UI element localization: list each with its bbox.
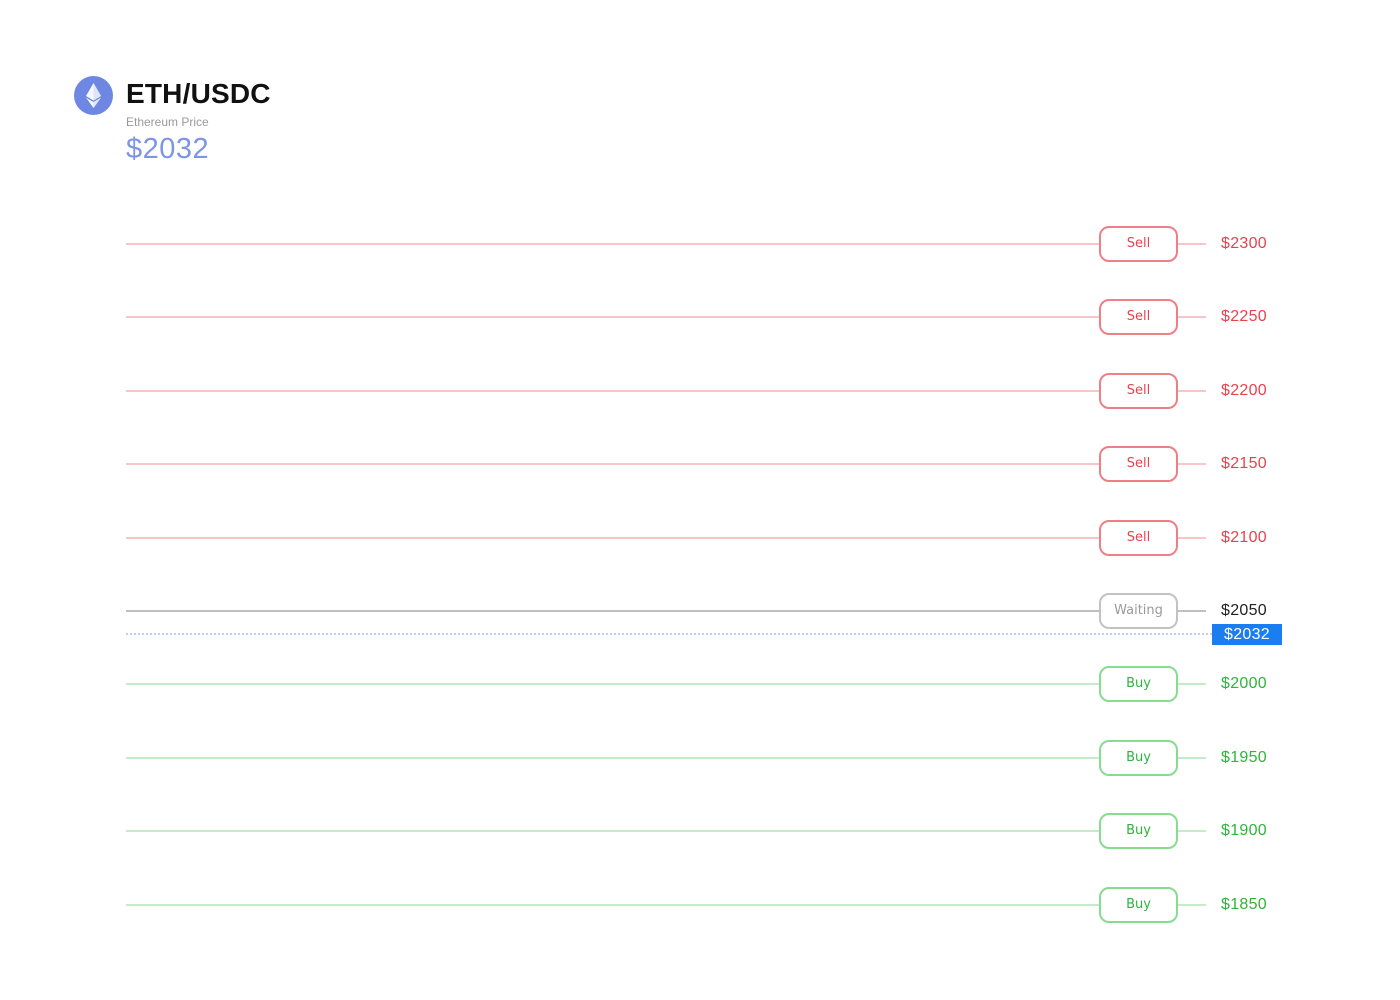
sell-button[interactable]: Sell	[1099, 299, 1178, 335]
level-line-connector	[1178, 243, 1206, 245]
level-price: $1950	[1221, 749, 1267, 766]
level-line	[126, 537, 1100, 539]
buy-button[interactable]: Buy	[1099, 813, 1178, 849]
level-line	[126, 610, 1100, 612]
buy-button[interactable]: Buy	[1099, 740, 1178, 776]
level-line	[126, 243, 1100, 245]
buy-button[interactable]: Buy	[1099, 666, 1178, 702]
level-price: $2000	[1221, 675, 1267, 692]
level-line	[126, 757, 1100, 759]
level-row-sell: Sell $2300	[126, 226, 1286, 262]
level-row-sell: Sell $2150	[126, 446, 1286, 482]
level-price: $2050	[1221, 602, 1267, 619]
level-line-connector	[1178, 390, 1206, 392]
level-row-sell: Sell $2200	[126, 373, 1286, 409]
level-line-connector	[1178, 610, 1206, 612]
level-row-buy: Buy $1850	[126, 887, 1286, 923]
level-line-connector	[1178, 683, 1206, 685]
level-line	[126, 463, 1100, 465]
level-price: $2100	[1221, 529, 1267, 546]
price-ladder: $2032 Sell $2300 Sell $2250 Sell $2200 Sell $21…	[0, 0, 1400, 1000]
level-price: $1900	[1221, 822, 1267, 839]
level-price: $2250	[1221, 308, 1267, 325]
level-row-buy: Buy $2000	[126, 666, 1286, 702]
level-row-buy: Buy $1950	[126, 740, 1286, 776]
level-line	[126, 830, 1100, 832]
buy-button[interactable]: Buy	[1099, 887, 1178, 923]
level-row-sell: Sell $2100	[126, 520, 1286, 556]
waiting-button[interactable]: Waiting	[1099, 593, 1178, 629]
level-line	[126, 390, 1100, 392]
level-price: $2200	[1221, 382, 1267, 399]
sell-button[interactable]: Sell	[1099, 520, 1178, 556]
level-line-connector	[1178, 316, 1206, 318]
sell-button[interactable]: Sell	[1099, 373, 1178, 409]
level-line	[126, 904, 1100, 906]
level-line-connector	[1178, 537, 1206, 539]
level-line-connector	[1178, 757, 1206, 759]
level-line-connector	[1178, 830, 1206, 832]
sell-button[interactable]: Sell	[1099, 226, 1178, 262]
level-price: $2300	[1221, 235, 1267, 252]
level-line	[126, 683, 1100, 685]
sell-button[interactable]: Sell	[1099, 446, 1178, 482]
level-price: $2150	[1221, 455, 1267, 472]
level-row-buy: Buy $1900	[126, 813, 1286, 849]
level-line	[126, 316, 1100, 318]
level-price: $1850	[1221, 896, 1267, 913]
current-price-line	[126, 633, 1212, 635]
level-row-sell: Sell $2250	[126, 299, 1286, 335]
level-row-wait: Waiting $2050	[126, 593, 1286, 629]
level-line-connector	[1178, 904, 1206, 906]
level-line-connector	[1178, 463, 1206, 465]
